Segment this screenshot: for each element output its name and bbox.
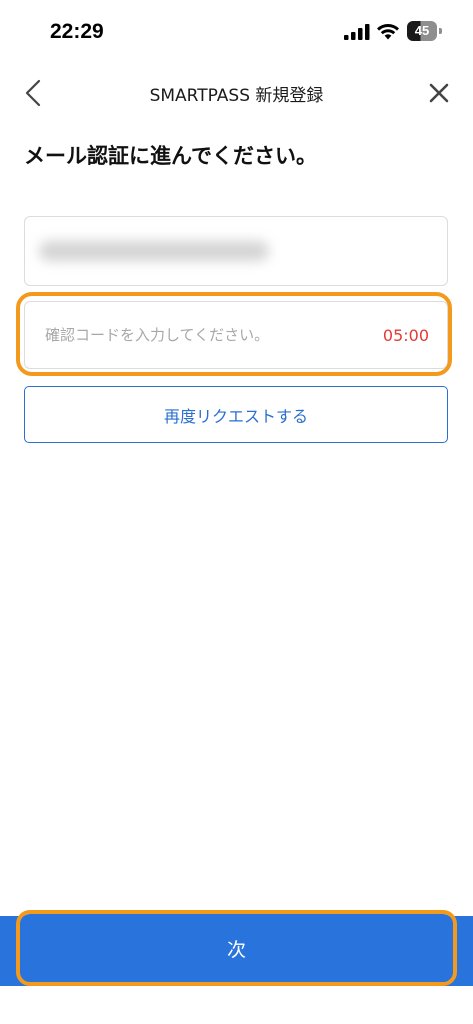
battery-icon: 45 — [407, 21, 443, 41]
page-heading: メール認証に進んでください。 — [24, 144, 317, 168]
code-field-highlight — [16, 292, 452, 376]
back-button[interactable] — [18, 76, 52, 110]
chevron-left-icon — [25, 79, 41, 107]
wifi-icon — [377, 23, 399, 40]
resend-code-button[interactable]: 再度リクエストする — [24, 386, 448, 443]
close-button[interactable] — [422, 76, 456, 110]
cellular-signal-icon — [344, 24, 370, 40]
email-field[interactable] — [24, 216, 448, 286]
status-time: 22:29 — [50, 20, 104, 43]
nav-bar: SMARTPASS 新規登録 — [0, 64, 473, 122]
battery-tip — [439, 28, 442, 34]
email-value-redacted — [39, 241, 269, 261]
screen: 22:29 45 SMARTPASS 新規登録 メール認証に進んでください。 確… — [0, 0, 473, 1024]
nav-title: SMARTPASS 新規登録 — [149, 86, 324, 106]
close-icon — [429, 83, 449, 103]
next-button[interactable]: 次 — [20, 914, 453, 982]
status-bar: 22:29 45 — [0, 0, 473, 64]
battery-level: 45 — [407, 21, 437, 41]
